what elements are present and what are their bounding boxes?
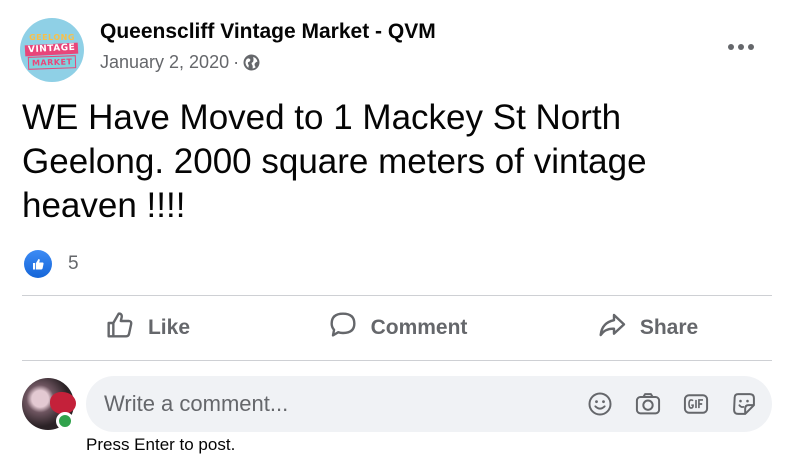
- emoji-icon[interactable]: [586, 390, 614, 418]
- post-header: GEELONG VINTAGE MARKET Queenscliff Vinta…: [20, 18, 770, 82]
- dot: [728, 44, 734, 50]
- dot: [738, 44, 744, 50]
- share-label: Share: [639, 316, 699, 339]
- divider: [22, 295, 772, 296]
- reaction-summary[interactable]: 5: [24, 250, 79, 278]
- like-button[interactable]: Like: [22, 298, 272, 358]
- comment-tools: [586, 390, 758, 418]
- comment-bubble-icon: [327, 309, 359, 347]
- divider: [22, 360, 772, 361]
- camera-icon[interactable]: [634, 390, 662, 418]
- more-options-icon[interactable]: [728, 42, 758, 52]
- post-meta: January 2, 2020 ·: [100, 52, 260, 73]
- comment-placeholder: Write a comment...: [104, 391, 289, 416]
- thumbs-up-icon: [104, 309, 136, 347]
- page-name-link[interactable]: Queenscliff Vintage Market - QVM: [100, 20, 436, 44]
- share-arrow-icon: [596, 309, 628, 347]
- post-date-link[interactable]: January 2, 2020: [100, 52, 229, 73]
- press-enter-hint: Press Enter to post.: [86, 435, 236, 454]
- online-status-indicator: [56, 412, 74, 430]
- post-text: WE Have Moved to 1 Mackey St North Geelo…: [22, 98, 647, 225]
- comment-input[interactable]: Write a comment...: [86, 376, 772, 432]
- like-reaction-icon: [24, 250, 52, 278]
- logo-text-line: GEELONG: [29, 32, 75, 42]
- page-avatar-logo[interactable]: GEELONG VINTAGE MARKET: [20, 18, 84, 82]
- gif-icon[interactable]: [682, 390, 710, 418]
- comment-label: Comment: [370, 316, 468, 339]
- commenter-avatar[interactable]: [22, 378, 76, 430]
- reaction-count: 5: [68, 253, 79, 274]
- globe-icon[interactable]: [243, 54, 260, 71]
- dot: [748, 44, 754, 50]
- logo-text-line: MARKET: [27, 54, 77, 70]
- avatar-hat-shape: [50, 392, 76, 414]
- post-action-bar: Like Comment Share: [22, 298, 772, 358]
- like-label: Like: [147, 316, 191, 339]
- comment-button[interactable]: Comment: [272, 298, 522, 358]
- logo-text-line: VINTAGE: [25, 42, 79, 56]
- share-button[interactable]: Share: [522, 298, 772, 358]
- sticker-icon[interactable]: [730, 390, 758, 418]
- meta-separator: ·: [233, 52, 240, 72]
